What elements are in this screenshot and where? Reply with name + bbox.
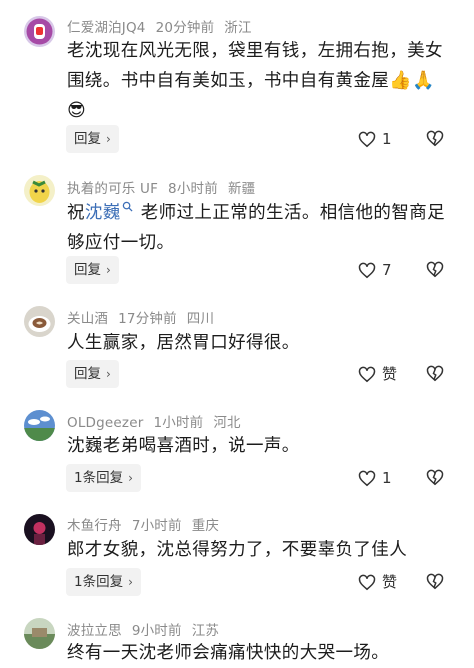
like-button[interactable]: 1 [358,128,392,150]
username[interactable]: 执着的可乐 UF [67,181,158,197]
chevron-right-icon: › [106,263,111,277]
avatar[interactable] [24,618,55,649]
like-button[interactable]: 赞 [358,363,397,385]
comment-text: 终有一天沈老师会痛痛快快的大哭一场。 [67,643,390,663]
comment-meta: 波拉立思 9小时前 江苏 [67,619,229,639]
comment-text: 郎才女貌，沈总得努力了，不要辜负了佳人 [67,540,408,560]
location: 重庆 [191,518,220,534]
reply-button[interactable]: 回复 › [66,360,119,388]
comment-meta: 关山酒 17分钟前 四川 [67,307,224,327]
heart-icon [358,574,376,591]
avatar[interactable] [24,175,55,206]
chevron-right-icon: › [106,132,111,146]
reply-button[interactable]: 回复 › [66,256,119,284]
like-button[interactable]: 赞 [358,571,397,593]
comment-text: 沈巍老弟喝喜酒时，说一声。 [67,436,300,456]
dislike-button[interactable] [426,130,444,151]
chevron-right-icon: › [128,575,133,589]
comment-meta: 执着的可乐 UF 8小时前 新疆 [67,177,265,197]
heart-icon [358,366,376,383]
comment-meta: OLDgeezer 1小时前 河北 [67,411,251,431]
like-count: 赞 [382,573,398,591]
comment-meta: 木鱼行舟 7小时前 重庆 [67,514,229,534]
location: 新疆 [227,181,256,197]
like-button[interactable]: 1 [358,467,392,489]
chevron-right-icon: › [128,471,133,485]
username[interactable]: OLDgeezer [67,415,143,431]
dislike-heart-icon [426,261,444,278]
comment-text: 老沈现在风光无限，袋里有钱，左拥右抱，美女围绕。书中自有美如玉，书中自有黄金屋👍… [67,41,443,121]
location: 四川 [186,311,215,327]
heart-icon [358,470,376,487]
emoji: 😎 [67,100,87,121]
dislike-button[interactable] [426,573,444,594]
avatar[interactable] [24,16,55,47]
dislike-button[interactable] [426,365,444,386]
comment-text: 祝沈巍 老师过上正常的生活。相信他的智商足够应付一切。 [67,201,446,253]
heart-icon [358,262,376,279]
timestamp: 7小时前 [131,518,182,534]
dislike-button[interactable] [426,469,444,490]
like-count: 1 [382,130,392,148]
username[interactable]: 木鱼行舟 [67,518,122,534]
timestamp: 8小时前 [168,181,218,197]
like-count: 1 [382,469,392,487]
timestamp: 1小时前 [153,415,204,431]
location: 浙江 [224,20,252,36]
comment-meta: 仁爱湖泊JQ4 20分钟前 浙江 [67,16,262,36]
like-count: 7 [382,261,392,279]
like-count: 赞 [382,365,398,383]
dislike-heart-icon [426,365,444,382]
avatar[interactable] [24,306,55,337]
replies-button[interactable]: 1条回复 › [66,568,141,596]
comment-text: 人生赢家，居然胃口好得很。 [67,333,300,353]
heart-icon [358,131,376,148]
username[interactable]: 仁爱湖泊JQ4 [67,20,146,36]
like-button[interactable]: 7 [358,259,392,281]
replies-button[interactable]: 1条回复 › [66,464,141,492]
location: 江苏 [191,623,220,639]
avatar[interactable] [24,514,55,545]
dislike-heart-icon [426,130,444,147]
timestamp: 9小时前 [131,623,182,639]
chevron-right-icon: › [106,367,111,381]
search-icon[interactable] [122,201,133,212]
avatar[interactable] [24,410,55,441]
timestamp: 20分钟前 [155,20,215,36]
dislike-button[interactable] [426,261,444,282]
reply-button[interactable]: 回复 › [66,125,119,153]
username[interactable]: 波拉立思 [67,623,122,639]
dislike-heart-icon [426,469,444,486]
dislike-heart-icon [426,573,444,590]
username[interactable]: 关山酒 [67,311,108,327]
location: 河北 [213,415,241,431]
mention-link[interactable]: 沈巍 [85,203,121,223]
emoji: 👍🙏 [389,70,435,91]
timestamp: 17分钟前 [118,311,177,327]
